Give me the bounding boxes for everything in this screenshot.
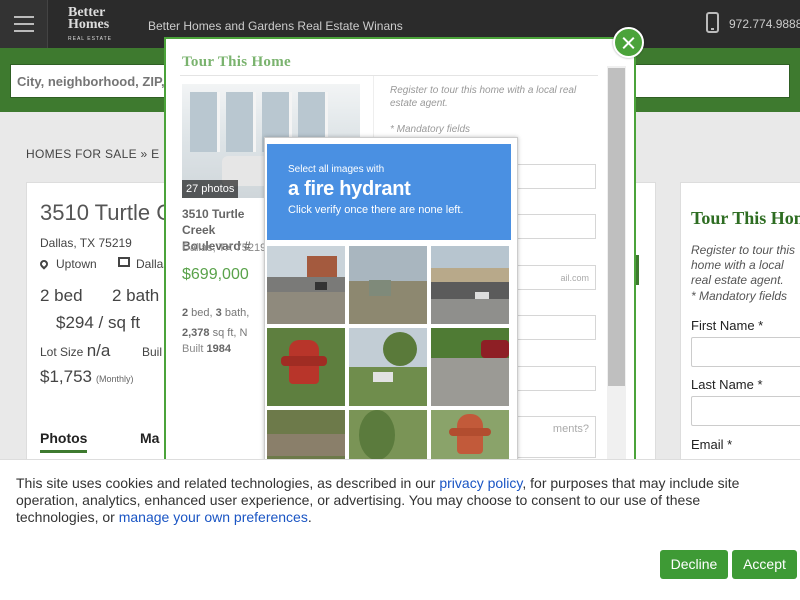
home-icon [118,257,130,267]
captcha-header: Select all images with a fire hydrant Cl… [267,144,511,240]
brand-logo[interactable]: Better Homes REAL ESTATE [68,6,130,45]
privacy-policy-link[interactable]: privacy policy [439,475,522,491]
tour-form-subtitle: Register to tour this home with a local … [691,243,796,287]
baths-count: 2 bath [112,286,160,305]
modal-mandatory-note: * Mandatory fields [390,124,471,135]
first-name-field[interactable] [691,337,800,367]
photo-count-badge: 27 photos [182,180,239,198]
captcha-tile-parking-lot-tree[interactable] [349,328,427,406]
modal-price: $699,000 [182,266,249,283]
monthly-cost: $1,753 (Monthly) [40,367,134,386]
mandatory-note: * Mandatory fields [691,289,788,303]
close-icon[interactable] [613,27,644,58]
brokerage-name: Better Homes and Gardens Real Estate Win… [148,19,403,33]
captcha-tile-street-curb-car[interactable] [431,328,509,406]
cookie-text: This site uses cookies and related techn… [16,475,740,525]
breadcrumb-next[interactable]: E [151,147,159,161]
breadcrumb-root[interactable]: HOMES FOR SALE [26,147,137,161]
manage-preferences-link[interactable]: manage your own preferences [119,509,308,525]
breadcrumb: HOMES FOR SALE » E [26,147,159,161]
lot-size: Lot Size n/a [40,341,111,360]
captcha-instruction: Click verify once there are none left. [288,204,464,216]
captcha-tile-roadside-field[interactable] [349,246,427,324]
phone-number[interactable]: 972.774.9888 [729,17,800,31]
decline-button[interactable]: Decline [660,550,728,579]
last-name-field[interactable] [691,396,800,426]
captcha-tile-fire-hydrant[interactable] [267,328,345,406]
modal-intro: Register to tour this home with a local … [390,85,577,109]
beds-count: 2 bed [40,286,83,305]
modal-title: Tour This Home [182,54,291,70]
tour-form-title: Tour This Home [691,208,800,228]
captcha-tile-street-road[interactable] [267,246,345,324]
listing-city: Dallas, TX 75219 [40,236,132,250]
first-name-label: First Name * [691,318,764,333]
modal-specs: 2 bed, 3 bath, 2,378 sq ft, N [182,307,250,339]
captcha-select-text: Select all images with [288,164,385,175]
modal-built: Built 1984 [182,343,231,355]
menu-icon[interactable] [0,0,48,48]
captcha-target-object: a fire hydrant [288,178,411,200]
map-pin-icon [38,258,50,270]
modal-button-edge [636,255,639,285]
phone-icon [706,12,719,33]
modal-scrollbar-thumb[interactable] [608,68,625,386]
accept-button[interactable]: Accept [732,550,797,579]
modal-city: Dallas, TX 75219 [182,242,267,254]
modal-divider [180,75,598,76]
email-label: Email * [691,437,733,452]
breadcrumb-separator: » [140,147,148,161]
neighborhood[interactable]: Uptown [38,257,97,271]
price-per-sqft: $294 / sq ft [56,313,141,332]
captcha-tile-highway-overpass[interactable] [431,246,509,324]
tab-photos[interactable]: Photos [40,430,88,453]
tab-map[interactable]: Ma [140,430,159,446]
built-label: Buil [142,345,163,359]
last-name-label: Last Name * [691,377,763,392]
neighborhood-label: Uptown [56,257,97,271]
